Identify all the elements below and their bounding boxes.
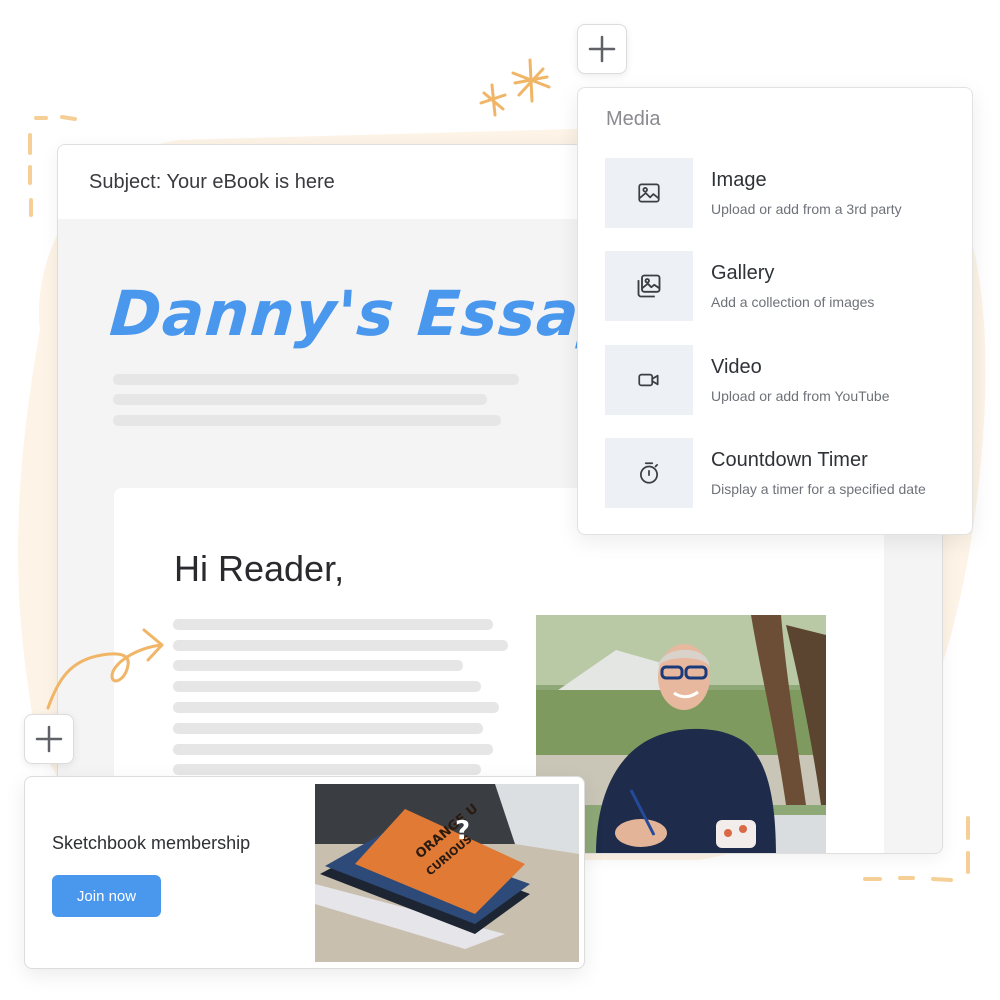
join-now-button[interactable]: Join now: [52, 875, 161, 917]
text-placeholder-line: [173, 723, 483, 734]
text-placeholder-line: [173, 660, 463, 671]
text-placeholder-line: [113, 374, 519, 385]
media-option-description: Display a timer for a specified date: [711, 481, 926, 497]
plus-icon: [35, 725, 63, 753]
media-menu-title: Media: [606, 108, 661, 130]
media-option-gallery[interactable]: Gallery Add a collection of images: [605, 251, 955, 321]
text-placeholder-line: [113, 415, 501, 426]
text-placeholder-line: [173, 619, 493, 630]
svg-text:?: ?: [455, 816, 470, 846]
gallery-icon: [637, 274, 661, 298]
video-camera-icon: [638, 373, 659, 387]
membership-block: Sketchbook membership Join now ORANGE U …: [24, 776, 585, 969]
add-block-button-top[interactable]: [577, 24, 627, 74]
text-placeholder-line: [113, 394, 487, 405]
media-option-image[interactable]: Image Upload or add from a 3rd party: [605, 158, 955, 228]
media-option-description: Upload or add from YouTube: [711, 388, 890, 404]
media-block-menu: Media Image Upload or add from a 3rd par…: [577, 87, 973, 535]
text-placeholder-line: [173, 640, 508, 651]
stopwatch-icon: [640, 462, 658, 484]
media-option-countdown-timer[interactable]: Countdown Timer Display a timer for a sp…: [605, 438, 955, 508]
text-placeholder-line: [173, 764, 481, 775]
media-option-label: Gallery: [711, 262, 775, 284]
media-option-description: Upload or add from a 3rd party: [711, 201, 902, 217]
add-block-button-bottom[interactable]: [24, 714, 74, 764]
sparkle-decoration: [479, 58, 551, 117]
membership-title: Sketchbook membership: [52, 833, 251, 853]
plus-icon: [588, 35, 616, 63]
media-option-label: Image: [711, 169, 767, 191]
media-option-label: Video: [711, 356, 762, 378]
text-placeholder-line: [173, 702, 499, 713]
media-option-video[interactable]: Video Upload or add from YouTube: [605, 345, 955, 415]
text-placeholder-line: [173, 681, 481, 692]
image-icon: [638, 183, 660, 203]
sketchbook-photo: ORANGE U CURIOUS ?: [315, 784, 579, 962]
media-option-description: Add a collection of images: [711, 294, 875, 310]
text-placeholder-line: [173, 744, 493, 755]
email-greeting: Hi Reader,: [174, 548, 345, 589]
media-option-label: Countdown Timer: [711, 449, 868, 471]
